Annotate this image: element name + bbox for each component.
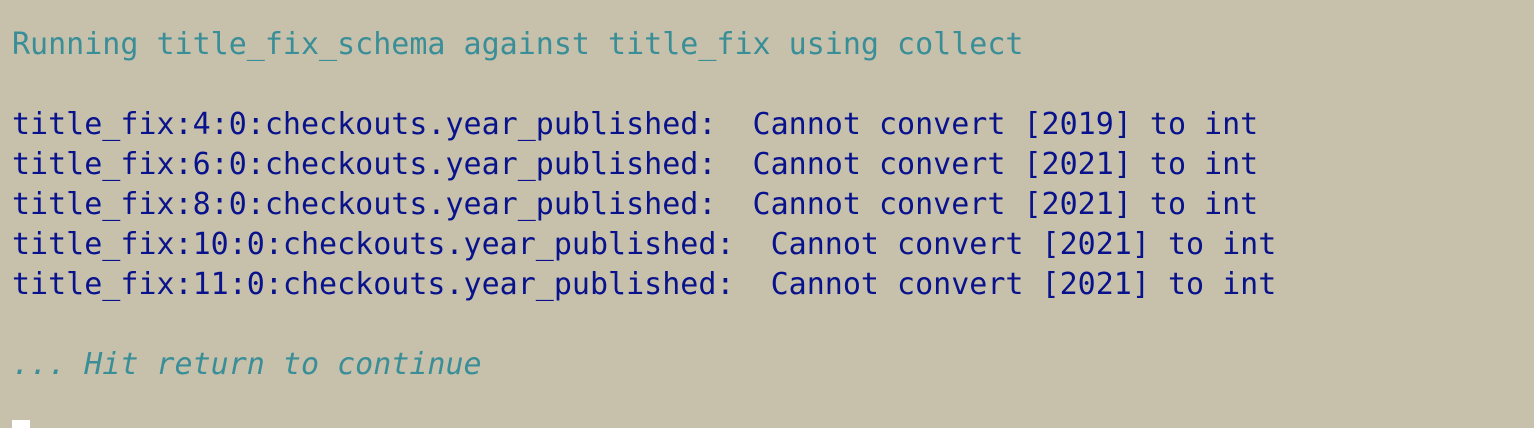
error-line: title_fix:10:0:checkouts.year_published:… <box>12 227 1277 262</box>
error-line: title_fix:4:0:checkouts.year_published: … <box>12 107 1259 142</box>
terminal-window[interactable]: Running title_fix_schema against title_f… <box>0 0 1534 428</box>
error-line: title_fix:11:0:checkouts.year_published:… <box>12 267 1277 302</box>
continue-prompt: ... Hit return to continue <box>12 347 482 382</box>
error-line: title_fix:8:0:checkouts.year_published: … <box>12 187 1259 222</box>
error-line: title_fix:6:0:checkouts.year_published: … <box>12 147 1259 182</box>
run-header: Running title_fix_schema against title_f… <box>12 27 1024 62</box>
text-cursor <box>12 420 30 428</box>
